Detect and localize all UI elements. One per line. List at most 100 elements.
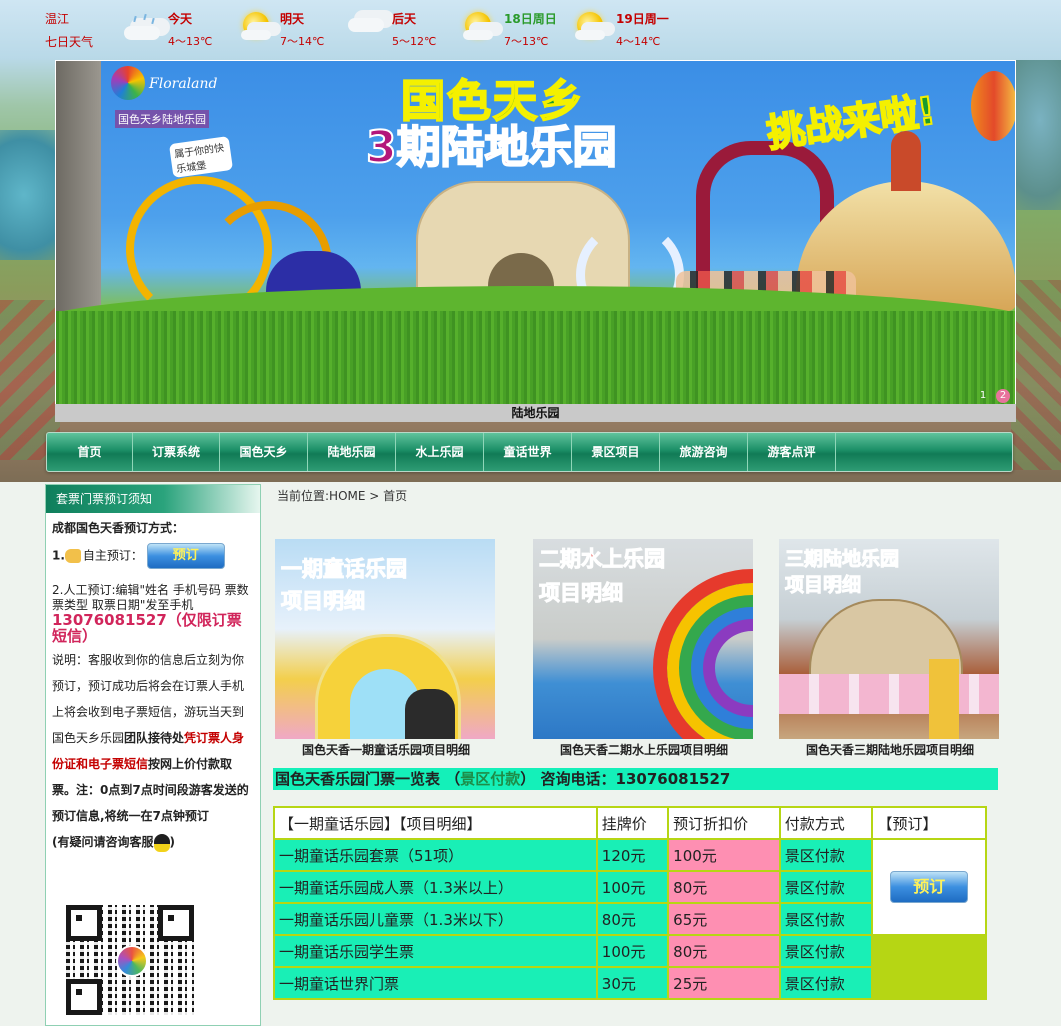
logo-emblem <box>111 66 145 100</box>
pager-dot[interactable]: 1 <box>976 389 990 403</box>
park-buildings <box>1011 280 1061 470</box>
nav-item-fairy-world[interactable]: 童话世界 <box>484 433 572 471</box>
table-book-button[interactable]: 预订 <box>890 871 969 903</box>
discount-price: 100元 <box>667 838 781 872</box>
card-title: 项目明细 <box>539 581 624 606</box>
manual-booking: 2.人工预订:编辑"姓名 手机号码 票数 票类型 取票日期"发至手机130760… <box>52 583 252 645</box>
contact-text: (有疑问请咨询客服 <box>52 835 154 849</box>
discount-price: 25元 <box>667 966 781 1000</box>
weather-city-block: 温江 七日天气 <box>45 9 93 52</box>
sidebar-header: 套票门票预订须知 <box>46 485 260 513</box>
price-list-header: 国色天香乐园门票一览表 （景区付款） 咨询电话：13076081527 <box>273 768 998 790</box>
qq-chat-icon[interactable] <box>153 833 170 852</box>
land-park-image[interactable]: 三期陆地乐园 项目明细 <box>779 539 999 739</box>
park-logo: Floraland 国色天乡陆地乐园 属于你的快乐城堡 <box>111 66 234 179</box>
card-title: 项目明细 <box>784 574 862 597</box>
nav-item-home[interactable]: 首页 <box>47 433 133 471</box>
paren-open: （ <box>445 770 461 788</box>
climbing-wall <box>56 61 101 311</box>
pager-dot-active[interactable]: 2 <box>996 389 1010 403</box>
qr-code <box>66 905 194 1015</box>
col-header-list-price: 挂牌价 <box>595 806 670 840</box>
price-table: 【一期童话乐园】【项目明细】 挂牌价 预订折扣价 付款方式 【预订】 一期童话乐… <box>273 806 987 1000</box>
sidebar-body: 成都国色天香预订方式： 1. 自主预订： 预订 2.人工预订:编辑"姓名 手机号码… <box>46 513 260 852</box>
logo-tagline: 属于你的快乐城堡 <box>168 135 234 179</box>
breadcrumb-home-link[interactable]: HOME <box>329 489 365 503</box>
list-price: 100元 <box>595 934 670 968</box>
main-nav: 首页 订票系统 国色天乡 陆地乐园 水上乐园 童话世界 景区项目 旅游咨询 游客… <box>46 432 1013 472</box>
sun-cloud-icon <box>459 10 497 44</box>
project-card[interactable]: 二期水上乐园 项目明细 国色天香二期水上乐园项目明细 <box>533 539 755 758</box>
book-cell-empty <box>871 934 987 1000</box>
payment-method: 景区付款 <box>778 934 874 968</box>
nav-item-travel-info[interactable]: 旅游咨询 <box>660 433 748 471</box>
discount-price: 80元 <box>667 870 781 904</box>
ticket-name: 一期童话乐园成人票（1.3米以上） <box>273 870 598 904</box>
paren-close: ） <box>520 770 536 788</box>
ticket-name: 一期童话乐园儿童票（1.3米以下） <box>273 902 598 936</box>
step-number: 1. <box>52 548 65 563</box>
cloud-rain-icon <box>124 10 162 44</box>
grass <box>56 311 1015 405</box>
banner-caption: 陆地乐园 <box>55 404 1016 422</box>
sun-cloud-icon <box>571 10 609 44</box>
weather-day-temp: 7～13℃ <box>504 35 549 48</box>
weather-day-temp: 5～12℃ <box>392 35 437 48</box>
cloud-icon <box>348 10 386 44</box>
breadcrumb-current: 首页 <box>383 489 408 503</box>
breadcrumb-prefix: 当前位置: <box>277 489 330 503</box>
weather-day: 18日周日 7～13℃ <box>504 9 557 52</box>
nav-item-booking[interactable]: 订票系统 <box>133 433 220 471</box>
ticket-name: 一期童话世界门票 <box>273 966 598 1000</box>
weather-day-name: 19日周一 <box>616 12 669 26</box>
list-price: 120元 <box>595 838 670 872</box>
card-title: 三期陆地乐园 <box>784 548 900 571</box>
card-title: 二期水上乐园 <box>539 547 666 572</box>
table-row: 一期童话乐园学生票 100元 80元 景区付款 <box>273 934 987 1000</box>
card-caption[interactable]: 国色天香二期水上乐园项目明细 <box>533 741 755 758</box>
nav-item-attractions[interactable]: 景区项目 <box>572 433 660 471</box>
nav-item-guose[interactable]: 国色天乡 <box>220 433 308 471</box>
weather-day-name: 今天 <box>168 12 193 26</box>
water-park-image[interactable]: 二期水上乐园 项目明细 <box>533 539 753 739</box>
nav-item-reviews[interactable]: 游客点评 <box>748 433 836 471</box>
payment-method: 景区付款 <box>778 966 874 1000</box>
hot-air-balloon <box>971 71 1015 141</box>
pointing-hand-icon <box>64 549 81 563</box>
list-price: 30元 <box>595 966 670 1000</box>
project-card[interactable]: 一期童话乐园 项目明细 国色天香一期童话乐园项目明细 <box>275 539 497 758</box>
payment-method: 景区付款 <box>778 838 874 872</box>
col-header-discount-price: 预订折扣价 <box>667 806 781 840</box>
nav-item-land-park[interactable]: 陆地乐园 <box>308 433 396 471</box>
project-card[interactable]: 三期陆地乐园 项目明细 国色天香三期陆地乐园项目明细 <box>779 539 1001 758</box>
card-caption[interactable]: 国色天香一期童话乐园项目明细 <box>275 741 497 758</box>
hero-banner[interactable]: Floraland 国色天乡陆地乐园 属于你的快乐城堡 国色天乡 3期陆地乐园 … <box>55 60 1016 406</box>
ticket-name: 一期童话乐园学生票 <box>273 934 598 968</box>
main-content: 当前位置:HOME > 首页 一期童话乐园 项目明细 国色天香一期童话乐园项目明… <box>272 484 1012 1024</box>
booking-phone: 13076081527（仅限订票短信） <box>52 611 242 645</box>
col-header-project: 【一期童话乐园】【项目明细】 <box>273 806 598 840</box>
ticket-name: 一期童话乐园套票（51项） <box>273 838 598 872</box>
consult-phone: 13076081527 <box>615 770 731 788</box>
contact-text-end: ) <box>169 835 175 849</box>
col-header-payment: 付款方式 <box>778 806 874 840</box>
discount-price: 65元 <box>667 902 781 936</box>
booking-notice-sidebar: 套票门票预订须知 成都国色天香预订方式： 1. 自主预订： 预订 2.人工预订:编… <box>45 484 261 1026</box>
consult-label: 咨询电话： <box>540 770 616 788</box>
breadcrumb-separator: > <box>365 489 384 503</box>
list-price: 100元 <box>595 870 670 904</box>
card-caption[interactable]: 国色天香三期陆地乐园项目明细 <box>779 741 1001 758</box>
booking-note: 说明：客服收到你的信息后立刻为你预订，预订成功后将会在订票人手机上将会收到电子票… <box>52 647 252 829</box>
list-price: 80元 <box>595 902 670 936</box>
weather-day: 明天 7～14℃ <box>280 9 324 52</box>
book-button[interactable]: 预订 <box>146 543 225 569</box>
nav-item-water-park[interactable]: 水上乐园 <box>396 433 484 471</box>
weather-bar: 温江 七日天气 今天 4～13℃ 明天 7～14℃ 后天 5～12℃ 18日周日… <box>0 0 1061 56</box>
weather-day-temp: 4～13℃ <box>168 35 213 48</box>
pay-method-note: 景区付款 <box>460 770 521 788</box>
weather-day-name: 18日周日 <box>504 12 557 26</box>
sun-cloud-icon <box>237 10 275 44</box>
weather-day: 19日周一 4～14℃ <box>616 9 669 52</box>
table-header-row: 【一期童话乐园】【项目明细】 挂牌价 预订折扣价 付款方式 【预订】 <box>273 806 987 840</box>
fairy-park-image[interactable]: 一期童话乐园 项目明细 <box>275 539 495 739</box>
